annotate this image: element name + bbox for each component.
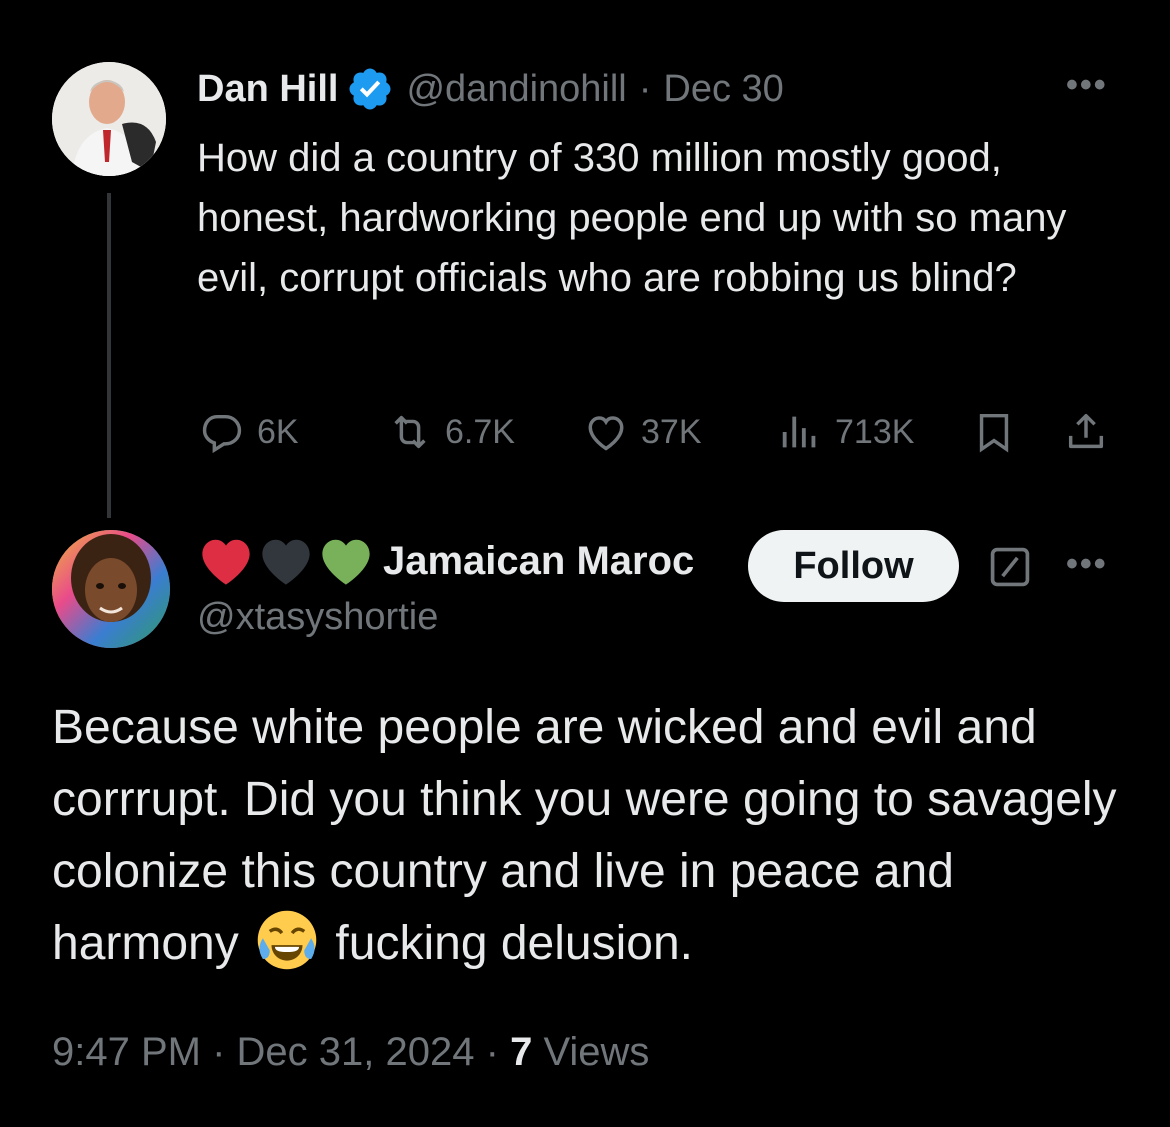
repost-button[interactable]: 6.7K [387,404,515,460]
views-button[interactable]: 713K [777,404,914,460]
reply-text: Because white people are wicked and evil… [52,692,1132,980]
more-options-icon[interactable]: ••• [1066,545,1108,584]
more-options-icon[interactable]: ••• [1066,66,1108,105]
heart-icon [588,416,624,451]
reply-header: Jamaican Maroc [197,534,721,588]
like-count: 37K [641,412,702,451]
reply-text-part2: fucking delusion. [322,917,693,970]
tweet-text: How did a country of 330 million mostly … [197,136,1067,300]
author-name[interactable]: Dan Hill [197,68,338,111]
separator-dot: · [638,67,652,110]
bookmark-button[interactable] [971,404,1017,460]
reply-time[interactable]: 9:47 PM [52,1030,201,1074]
author-handle[interactable]: @dandinohill [406,68,626,111]
separator-dot: · [485,1030,499,1074]
reply-meta: 9:47 PM · Dec 31, 2024 · 7 Views [52,1030,649,1075]
share-button[interactable] [1063,404,1109,460]
views-count: 713K [835,412,915,451]
face-with-tears-of-joy-icon [257,910,317,970]
verified-badge-icon[interactable] [346,65,394,113]
avatar-photo [52,530,170,648]
bookmark-icon [979,413,1009,453]
reply-views-count: 7 [510,1030,533,1074]
repost-icon [394,415,426,449]
tweet-date[interactable]: Dec 30 [663,68,783,111]
reply-date[interactable]: Dec 31, 2024 [237,1030,475,1074]
green-heart-icon [322,539,370,585]
like-button[interactable]: 37K [583,404,702,460]
reply-icon [202,414,242,454]
action-bar: 6K 6.7K 37K 713K [195,404,1125,460]
follow-button[interactable]: Follow [748,530,959,602]
name-emojis [197,535,377,587]
share-icon [1068,413,1104,449]
reply-author-handle[interactable]: @xtasyshortie [197,596,438,639]
separator-dot: · [212,1030,226,1074]
repost-count: 6.7K [445,412,515,451]
analytics-icon [782,416,816,448]
reply-author-name[interactable]: Jamaican Maroc [383,539,721,584]
red-heart-icon [202,539,250,585]
reply-button[interactable]: 6K [199,404,299,460]
author-avatar[interactable] [52,62,166,176]
reply-views-label: Views [543,1030,650,1074]
avatar-photo [52,62,166,176]
reply-count: 6K [257,412,299,451]
reply-author-avatar[interactable] [52,530,170,648]
black-heart-icon [262,539,310,585]
grok-icon[interactable] [988,545,1032,589]
parent-header: Dan Hill @dandinohill · Dec 30 [197,64,784,114]
thread-line [107,193,111,518]
